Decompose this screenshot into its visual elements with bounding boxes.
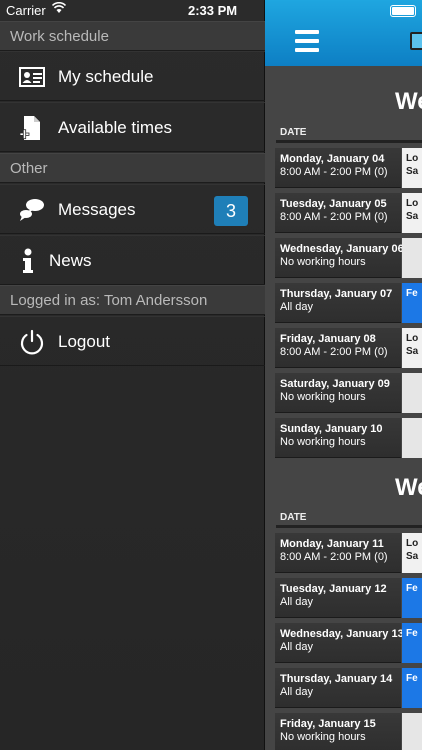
day-cell: Thursday, January 14 All day bbox=[275, 668, 401, 708]
shift-detail-cell: Lo Sa bbox=[402, 533, 422, 573]
day-date: Tuesday, January 12 bbox=[280, 583, 387, 595]
shift-detail-cell: Lo Sa bbox=[402, 193, 422, 233]
day-cell: Thursday, January 07 All day bbox=[275, 283, 401, 323]
day-hours: 8:00 AM - 2:00 PM (0) bbox=[280, 166, 388, 178]
menu-item-my-schedule[interactable]: My schedule bbox=[0, 51, 265, 101]
day-cell: Sunday, January 10 No working hours bbox=[275, 418, 401, 458]
day-date: Monday, January 04 bbox=[280, 153, 385, 165]
day-hours: No working hours bbox=[280, 391, 366, 403]
week-title: We bbox=[395, 474, 422, 501]
new-document-icon bbox=[19, 116, 40, 140]
week-title: We bbox=[395, 88, 422, 115]
column-header-date: DATE bbox=[276, 123, 422, 143]
shift-detail-cell: Lo Sa bbox=[402, 328, 422, 368]
section-other: Other bbox=[0, 153, 265, 183]
schedule-row[interactable]: Friday, January 08 8:00 AM - 2:00 PM (0) L… bbox=[275, 328, 422, 368]
shift-detail-cell bbox=[402, 373, 422, 413]
day-hours: No working hours bbox=[280, 256, 366, 268]
day-date: Thursday, January 07 bbox=[280, 288, 393, 300]
day-cell: Monday, January 04 8:00 AM - 2:00 PM (0) bbox=[275, 148, 401, 188]
menu-item-logout[interactable]: Logout bbox=[0, 316, 265, 366]
menu-label-my-schedule: My schedule bbox=[58, 67, 154, 86]
day-cell: Monday, January 11 8:00 AM - 2:00 PM (0) bbox=[275, 533, 401, 573]
status-bar: Carrier 2:33 PM bbox=[0, 0, 422, 22]
day-cell: Tuesday, January 12 All day bbox=[275, 578, 401, 618]
day-cell: Wednesday, January 06 No working hours bbox=[275, 238, 404, 278]
messages-count-badge: 3 bbox=[214, 196, 248, 226]
schedule-row[interactable]: Monday, January 04 8:00 AM - 2:00 PM (0) L… bbox=[275, 148, 422, 188]
menu-label-available-times: Available times bbox=[58, 118, 173, 137]
day-cell: Friday, January 08 8:00 AM - 2:00 PM (0) bbox=[275, 328, 401, 368]
schedule-row[interactable]: Monday, January 11 8:00 AM - 2:00 PM (0) L… bbox=[275, 533, 422, 573]
shift-detail-cell: Fe bbox=[402, 623, 422, 663]
day-cell: Friday, January 15 No working hours bbox=[275, 713, 401, 750]
menu-label-messages: Messages bbox=[58, 200, 136, 219]
day-hours: All day bbox=[280, 596, 314, 608]
schedule-panel: We DATE Monday, January 048:00 AM - 2:00… bbox=[265, 0, 422, 750]
day-cell: Wednesday, January 13 All day bbox=[275, 623, 404, 663]
shift-detail-cell bbox=[402, 418, 422, 458]
day-hours: All day bbox=[280, 301, 314, 313]
day-hours: No working hours bbox=[280, 731, 366, 743]
day-date: Wednesday, January 06 bbox=[280, 243, 404, 255]
day-date: Sunday, January 10 bbox=[280, 423, 383, 435]
day-date: Monday, January 11 bbox=[280, 538, 384, 550]
menu-item-messages[interactable]: Messages 3 bbox=[0, 184, 265, 234]
hamburger-menu-icon[interactable] bbox=[295, 30, 319, 52]
shift-detail-cell: Lo Sa bbox=[402, 148, 422, 188]
calendar-icon[interactable] bbox=[410, 32, 422, 50]
day-date: Friday, January 15 bbox=[280, 718, 376, 730]
schedule-row[interactable]: Friday, January 15 No working hours bbox=[275, 713, 422, 750]
side-menu: Work schedule My schedule Available time… bbox=[0, 0, 265, 750]
schedule-row[interactable]: Thursday, January 14 All day Fe bbox=[275, 668, 422, 708]
column-header-date: DATE bbox=[276, 508, 422, 528]
menu-item-available-times[interactable]: Available times bbox=[0, 102, 265, 152]
day-hours: All day bbox=[280, 641, 314, 653]
day-date: Wednesday, January 13 bbox=[280, 628, 404, 640]
day-hours: All day bbox=[280, 686, 314, 698]
day-date: Friday, January 08 bbox=[280, 333, 376, 345]
schedule-row[interactable]: Wednesday, January 13 All day Fe bbox=[275, 623, 422, 663]
shift-detail-cell: Fe bbox=[402, 578, 422, 618]
battery-icon bbox=[390, 5, 416, 17]
day-hours: No working hours bbox=[280, 436, 366, 448]
day-hours: 8:00 AM - 2:00 PM (0) bbox=[280, 211, 388, 223]
schedule-row[interactable]: Wednesday, January 06 No working hours bbox=[275, 238, 422, 278]
schedule-row[interactable]: Thursday, January 07 All day Fe bbox=[275, 283, 422, 323]
id-card-icon bbox=[19, 67, 45, 87]
clock: 2:33 PM bbox=[188, 3, 238, 18]
carrier-label: Carrier bbox=[6, 3, 46, 18]
shift-detail-cell: Fe bbox=[402, 668, 422, 708]
shift-detail-cell bbox=[402, 713, 422, 750]
wifi-icon bbox=[52, 2, 66, 13]
day-cell: Saturday, January 09 No working hours bbox=[275, 373, 401, 413]
schedule-row[interactable]: Tuesday, January 12 All day Fe bbox=[275, 578, 422, 618]
chat-bubbles-icon bbox=[20, 199, 44, 221]
schedule-row[interactable]: Saturday, January 09 No working hours bbox=[275, 373, 422, 413]
menu-label-news: News bbox=[49, 251, 92, 270]
logged-in-as-label: Logged in as: Tom Andersson bbox=[0, 285, 265, 315]
day-date: Saturday, January 09 bbox=[280, 378, 390, 390]
menu-item-news[interactable]: News bbox=[0, 235, 265, 285]
shift-detail-cell bbox=[402, 238, 422, 278]
schedule-row[interactable]: Tuesday, January 05 8:00 AM - 2:00 PM (0)… bbox=[275, 193, 422, 233]
day-date: Tuesday, January 05 bbox=[280, 198, 387, 210]
schedule-row[interactable]: Sunday, January 10 No working hours bbox=[275, 418, 422, 458]
day-hours: 8:00 AM - 2:00 PM (0) bbox=[280, 551, 388, 563]
info-icon bbox=[23, 248, 33, 273]
day-date: Thursday, January 14 bbox=[280, 673, 393, 685]
day-hours: 8:00 AM - 2:00 PM (0) bbox=[280, 346, 388, 358]
menu-label-logout: Logout bbox=[58, 332, 110, 351]
day-cell: Tuesday, January 05 8:00 AM - 2:00 PM (0) bbox=[275, 193, 401, 233]
shift-detail-cell: Fe bbox=[402, 283, 422, 323]
section-work-schedule: Work schedule bbox=[0, 21, 265, 51]
power-icon bbox=[20, 329, 44, 355]
